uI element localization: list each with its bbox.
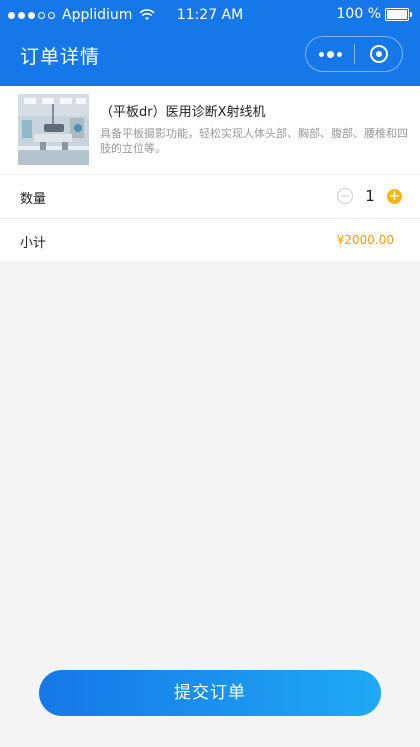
battery-tip — [410, 11, 412, 17]
subtotal-row: 小计 ¥2000.00 — [0, 219, 420, 261]
more-dot-icon — [326, 50, 334, 58]
quantity-stepper: − 1 + — [337, 187, 402, 205]
more-dot-icon — [336, 51, 342, 57]
subtotal-amount: ¥2000.00 — [336, 233, 394, 247]
close-miniprogram-button[interactable] — [355, 37, 402, 71]
operating-room-image — [18, 94, 89, 165]
quantity-label: 数量 — [20, 192, 47, 207]
battery-percent: 100 % — [336, 6, 381, 22]
submit-order-button[interactable]: 提交订单 — [39, 670, 381, 716]
more-dot-icon — [318, 51, 324, 57]
subtotal-label: 小计 — [20, 236, 47, 251]
battery-status: 100 % — [337, 6, 412, 22]
decrease-quantity-button[interactable]: − — [337, 188, 353, 204]
increase-quantity-button[interactable]: + — [387, 188, 402, 204]
status-bar: Applidium 11:27 AM 100 % — [0, 0, 420, 30]
product-card[interactable]: （平板dr）医用诊断X射线机 具备平板摄影功能，轻松实现人体头部、胸部、腹部、腰… — [0, 86, 420, 175]
miniprogram-capsule — [305, 36, 403, 72]
target-icon — [369, 45, 388, 63]
product-description: 具备平板摄影功能，轻松实现人体头部、胸部、腹部、腰椎和四肢的立位等。 — [100, 127, 408, 155]
product-image — [18, 94, 89, 165]
product-name: （平板dr）医用诊断X射线机 — [100, 105, 266, 120]
quantity-row: 数量 − 1 + — [0, 175, 420, 219]
page-title: 订单详情 — [20, 46, 101, 68]
quantity-value: 1 — [365, 187, 375, 205]
app-header: Applidium 11:27 AM 100 % 订单详情 — [0, 0, 420, 86]
battery-icon — [385, 7, 409, 21]
more-menu-button[interactable] — [306, 37, 354, 71]
